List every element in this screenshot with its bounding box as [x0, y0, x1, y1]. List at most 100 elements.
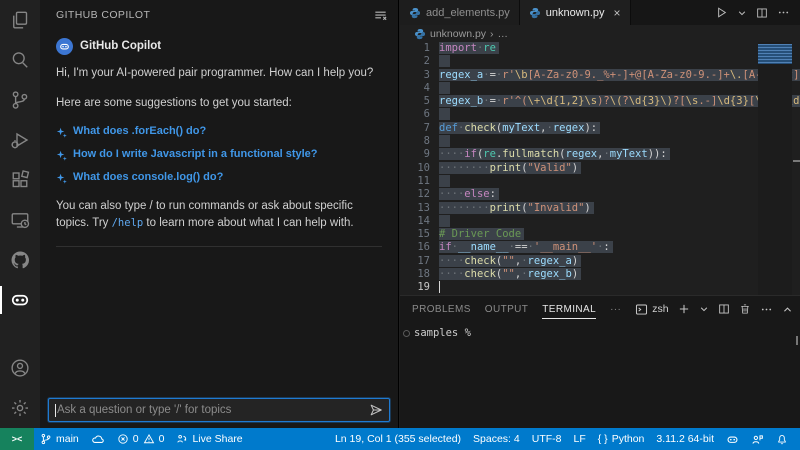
copilot-tip: You can also type / to run commands or a…	[56, 198, 382, 246]
cloud-icon	[91, 433, 105, 445]
terminal-shell-icon	[635, 303, 648, 316]
terminal-instance-zsh[interactable]: zsh	[635, 303, 668, 316]
breadcrumb-file[interactable]: unknown.py	[430, 28, 486, 40]
suggestion-link[interactable]: What does console.log() do?	[56, 170, 382, 186]
code-line[interactable]: 7def·check(myText,·regex):	[400, 122, 800, 135]
python-file-icon	[414, 28, 426, 40]
code-line[interactable]: 15# Driver Code	[400, 228, 800, 241]
copilot-status[interactable]	[720, 428, 745, 450]
code-line[interactable]: 17····check("",·regex_a)	[400, 255, 800, 268]
panel-title: GITHUB COPILOT	[56, 9, 373, 21]
activity-item-settings[interactable]	[0, 388, 40, 428]
terminal-prompt: samples %	[414, 327, 471, 339]
clear-chat-icon[interactable]	[373, 8, 388, 23]
code-line[interactable]: 13········print("Invalid")	[400, 202, 800, 215]
copilot-panel: GITHUB COPILOT GitHub Copilot Hi, I'm yo…	[40, 0, 399, 428]
activity-item-source-control[interactable]	[0, 80, 40, 120]
code-line[interactable]: 11	[400, 175, 800, 188]
tab-label: add_elements.py	[426, 7, 510, 19]
live-share-icon	[176, 433, 188, 445]
activity-item-remote-explorer[interactable]	[0, 200, 40, 240]
problems-status[interactable]: 0 0	[111, 428, 171, 450]
encoding-status[interactable]: UTF-8	[526, 428, 568, 450]
minimap-selection	[758, 44, 792, 64]
activity-item-copilot-chat[interactable]	[0, 280, 40, 320]
code-line[interactable]: 2	[400, 55, 800, 68]
split-terminal-button[interactable]	[718, 303, 730, 315]
kill-terminal-button[interactable]	[739, 303, 751, 315]
editor-tab-add_elements.py[interactable]: add_elements.py	[400, 0, 520, 25]
activity-item-explorer[interactable]	[0, 0, 40, 40]
python-interpreter-status[interactable]: 3.11.2 64-bit	[650, 428, 720, 450]
code-line[interactable]: 12····else:	[400, 188, 800, 201]
code-line[interactable]: 9····if(re.fullmatch(regex,·myText)):	[400, 148, 800, 161]
feedback-icon	[751, 433, 764, 446]
panel-tab-output[interactable]: OUTPUT	[485, 296, 529, 322]
editor-more-actions[interactable]	[777, 6, 790, 19]
sparkle-icon	[56, 127, 67, 138]
code-line[interactable]: 14	[400, 215, 800, 228]
terminal-more-actions[interactable]	[760, 303, 773, 316]
panel-tab-···[interactable]: ···	[610, 296, 621, 322]
notifications-status[interactable]	[770, 428, 794, 450]
sync-status[interactable]	[85, 428, 111, 450]
debug-icon	[10, 130, 30, 150]
run-button[interactable]	[715, 6, 728, 19]
terminal-dropdown[interactable]	[699, 304, 709, 314]
minimap[interactable]	[758, 42, 792, 295]
panel-tab-bar: PROBLEMS OUTPUT TERMINAL ··· zsh	[400, 296, 800, 322]
split-editor-button[interactable]	[756, 7, 768, 19]
editor-cursor	[439, 281, 440, 293]
activity-item-search[interactable]	[0, 40, 40, 80]
new-terminal-button[interactable]	[678, 303, 690, 315]
code-line[interactable]: 3regex_a·=·r'\b[A-Za-z0-9._%+-]+@[A-Za-z…	[400, 69, 800, 82]
help-command[interactable]: /help	[112, 217, 144, 229]
account-icon	[10, 358, 30, 378]
editor-group: add_elements.pyunknown.py× unknown.py›… …	[400, 0, 800, 428]
code-line[interactable]: 16if·__name__·==·'__main__'·:	[400, 241, 800, 254]
copilot-avatar	[56, 38, 73, 55]
code-line[interactable]: 18····check("",·regex_b)	[400, 268, 800, 281]
run-dropdown[interactable]	[737, 8, 747, 18]
branch-icon	[10, 90, 30, 110]
code-line[interactable]: 6	[400, 108, 800, 121]
maximize-panel-button[interactable]	[782, 304, 793, 315]
code-line[interactable]: 1import·re	[400, 42, 800, 55]
send-icon[interactable]	[369, 403, 383, 417]
code-line[interactable]: 8	[400, 135, 800, 148]
suggestion-link[interactable]: What does .forEach() do?	[56, 124, 382, 140]
extensions-icon	[10, 170, 30, 190]
branch-status[interactable]: main	[34, 428, 85, 450]
chat-input[interactable]: Ask a question or type '/' for topics	[48, 398, 390, 422]
terminal-scrollbar[interactable]	[796, 336, 798, 345]
breadcrumb[interactable]: unknown.py›…	[400, 25, 800, 42]
panel-tab-terminal[interactable]: TERMINAL	[542, 296, 596, 322]
panel-tab-problems[interactable]: PROBLEMS	[412, 296, 471, 322]
bell-icon	[776, 433, 788, 446]
indentation-status[interactable]: Spaces: 4	[467, 428, 526, 450]
terminal-content[interactable]: samples %	[400, 322, 800, 428]
suggestion-list: What does .forEach() do? How do I write J…	[56, 124, 382, 186]
editor-tab-unknown.py[interactable]: unknown.py×	[520, 0, 631, 25]
code-editor[interactable]: 1import·re2 3regex_a·=·r'\b[A-Za-z0-9._%…	[400, 42, 800, 295]
code-line[interactable]: 5regex_b·=·r'^(\+\d{1,2}\s)?\(?\d{3}\)?[…	[400, 95, 800, 108]
activity-item-run-debug[interactable]	[0, 120, 40, 160]
live-share-status[interactable]: Live Share	[170, 428, 248, 450]
cursor-position-status[interactable]: Ln 19, Col 1 (355 selected)	[329, 428, 467, 450]
language-status[interactable]: { }Python	[592, 428, 651, 450]
eol-status[interactable]: LF	[567, 428, 591, 450]
activity-item-extensions[interactable]	[0, 160, 40, 200]
suggestion-link[interactable]: How do I write Javascript in a functiona…	[56, 147, 382, 163]
activity-item-accounts[interactable]	[0, 348, 40, 388]
code-line[interactable]: 10········print("Valid")	[400, 162, 800, 175]
text-caret	[55, 404, 56, 417]
activity-item-github[interactable]	[0, 240, 40, 280]
breadcrumb-more[interactable]: …	[498, 28, 509, 40]
code-line[interactable]: 19	[400, 281, 800, 294]
remote-indicator[interactable]: ><	[0, 428, 34, 450]
close-tab-icon[interactable]: ×	[614, 7, 621, 19]
sparkle-icon	[56, 173, 67, 184]
code-line[interactable]: 4	[400, 82, 800, 95]
command-decoration-icon	[403, 330, 410, 337]
feedback-status[interactable]	[745, 428, 770, 450]
